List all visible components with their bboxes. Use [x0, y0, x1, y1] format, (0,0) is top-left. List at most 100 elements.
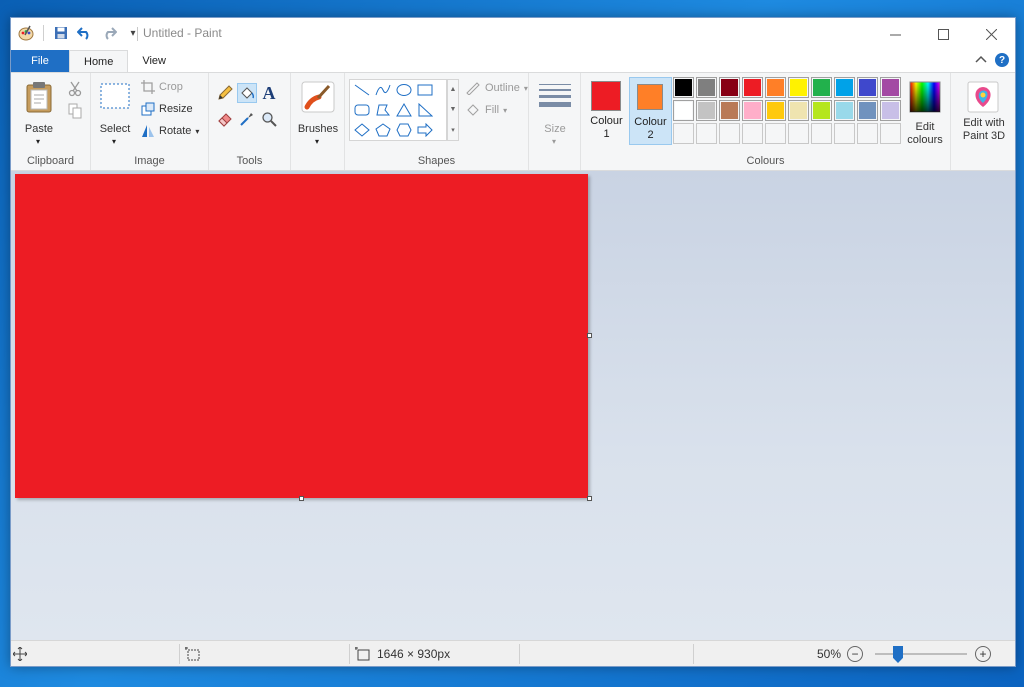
size-button[interactable]: Size ▾	[535, 79, 575, 146]
outline-button[interactable]: Outline ▾	[465, 81, 528, 95]
swatch-fill	[813, 79, 830, 96]
edit-with-paint3d-button[interactable]: Edit with Paint 3D	[955, 77, 1013, 147]
palette-swatch-empty[interactable]	[834, 123, 855, 144]
resize-handle-bottom[interactable]	[299, 496, 304, 501]
rectangle-shape-icon[interactable]	[415, 81, 435, 99]
triangle-shape-icon[interactable]	[394, 101, 414, 119]
undo-icon[interactable]	[76, 24, 94, 42]
select-button[interactable]: Select ▾	[97, 79, 133, 146]
swatch-fill	[859, 102, 876, 119]
tools-group: A Tools	[209, 73, 291, 170]
palette-swatch[interactable]	[673, 77, 694, 98]
canvas-workspace[interactable]	[11, 171, 1015, 640]
zoom-in-button[interactable]: +	[975, 646, 991, 662]
resize-button[interactable]: Resize	[141, 102, 193, 116]
palette-swatch[interactable]	[673, 100, 694, 121]
cut-icon[interactable]	[65, 79, 85, 99]
paste-button[interactable]: Paste ▾	[19, 79, 59, 146]
zoom-out-button[interactable]: −	[847, 646, 864, 662]
resize-handle-right[interactable]	[587, 333, 592, 338]
palette-swatch[interactable]	[696, 77, 717, 98]
palette-swatch[interactable]	[788, 100, 809, 121]
qat-separator	[43, 25, 44, 41]
drawing-canvas[interactable]	[15, 174, 588, 498]
palette-swatch-empty[interactable]	[880, 123, 901, 144]
help-icon[interactable]: ?	[995, 53, 1009, 67]
swatch-fill	[882, 125, 899, 142]
palette-swatch-empty[interactable]	[696, 123, 717, 144]
palette-swatch[interactable]	[742, 77, 763, 98]
palette-swatch-empty[interactable]	[788, 123, 809, 144]
palette-swatch[interactable]	[719, 100, 740, 121]
palette-swatch-empty[interactable]	[673, 123, 694, 144]
swatch-fill	[698, 79, 715, 96]
palette-swatch[interactable]	[834, 77, 855, 98]
zoom-slider-track[interactable]	[875, 653, 967, 655]
rounded-rectangle-shape-icon[interactable]	[352, 101, 372, 119]
expand-gallery-icon[interactable]: ▾	[451, 126, 455, 134]
palette-swatch[interactable]	[742, 100, 763, 121]
curve-shape-icon[interactable]	[373, 81, 393, 99]
hexagon-shape-icon[interactable]	[394, 121, 414, 139]
right-triangle-shape-icon[interactable]	[415, 101, 435, 119]
palette-swatch-empty[interactable]	[742, 123, 763, 144]
palette-swatch[interactable]	[696, 100, 717, 121]
oval-shape-icon[interactable]	[394, 81, 414, 99]
pentagon-shape-icon[interactable]	[373, 121, 393, 139]
palette-swatch[interactable]	[811, 77, 832, 98]
polygon-shape-icon[interactable]	[373, 101, 393, 119]
collapse-ribbon-icon[interactable]	[975, 54, 987, 66]
color-picker-icon[interactable]	[237, 109, 257, 129]
paint-app-icon[interactable]	[17, 24, 35, 42]
customize-qat-button[interactable]: ▾	[124, 24, 142, 42]
scroll-down-icon[interactable]: ▼	[450, 106, 457, 113]
minimize-button[interactable]	[871, 18, 919, 50]
fill-bucket-icon[interactable]	[237, 83, 257, 103]
scroll-up-icon[interactable]: ▲	[450, 86, 457, 93]
palette-swatch-empty[interactable]	[857, 123, 878, 144]
palette-swatch-empty[interactable]	[719, 123, 740, 144]
size-group: Size ▾	[529, 73, 581, 170]
shapes-scroll[interactable]: ▲ ▼ ▾	[447, 79, 459, 141]
palette-swatch[interactable]	[834, 100, 855, 121]
colour-2-button[interactable]: Colour 2	[629, 77, 672, 145]
tab-file[interactable]: File	[11, 50, 69, 72]
palette-swatch[interactable]	[811, 100, 832, 121]
palette-swatch[interactable]	[788, 77, 809, 98]
edit-colours-button[interactable]: Edit colours	[903, 77, 947, 146]
maximize-button[interactable]	[919, 18, 967, 50]
rotate-button[interactable]: Rotate ▾	[141, 124, 199, 138]
crop-button[interactable]: Crop	[141, 80, 183, 94]
brushes-button[interactable]: Brushes ▾	[295, 79, 341, 146]
fill-button[interactable]: Fill ▾	[465, 103, 507, 117]
redo-icon[interactable]	[100, 24, 118, 42]
text-tool-icon[interactable]: A	[259, 83, 279, 103]
image-size: 1646 × 930px	[355, 641, 450, 666]
palette-swatch-empty[interactable]	[811, 123, 832, 144]
eraser-icon[interactable]	[215, 109, 235, 129]
shapes-group-label: Shapes	[417, 155, 456, 167]
palette-swatch[interactable]	[765, 100, 786, 121]
arrow-shape-icon[interactable]	[415, 121, 435, 139]
palette-swatch[interactable]	[880, 77, 901, 98]
pencil-icon[interactable]	[215, 83, 235, 103]
palette-swatch[interactable]	[719, 77, 740, 98]
palette-swatch[interactable]	[880, 100, 901, 121]
colour-1-button[interactable]: Colour 1	[585, 77, 628, 145]
close-button[interactable]	[967, 18, 1015, 50]
save-icon[interactable]	[52, 24, 70, 42]
magnifier-icon[interactable]	[259, 109, 279, 129]
palette-swatch[interactable]	[765, 77, 786, 98]
palette-swatch[interactable]	[857, 100, 878, 121]
swatch-fill	[790, 125, 807, 142]
diamond-shape-icon[interactable]	[352, 121, 372, 139]
tab-home[interactable]: Home	[69, 50, 129, 72]
palette-swatch[interactable]	[857, 77, 878, 98]
line-shape-icon[interactable]	[352, 81, 372, 99]
image-size-icon	[355, 647, 370, 661]
palette-swatch-empty[interactable]	[765, 123, 786, 144]
tab-view[interactable]: View	[128, 50, 180, 72]
zoom-slider-thumb[interactable]	[893, 646, 903, 663]
resize-handle-corner[interactable]	[587, 496, 592, 501]
copy-icon[interactable]	[65, 101, 85, 121]
